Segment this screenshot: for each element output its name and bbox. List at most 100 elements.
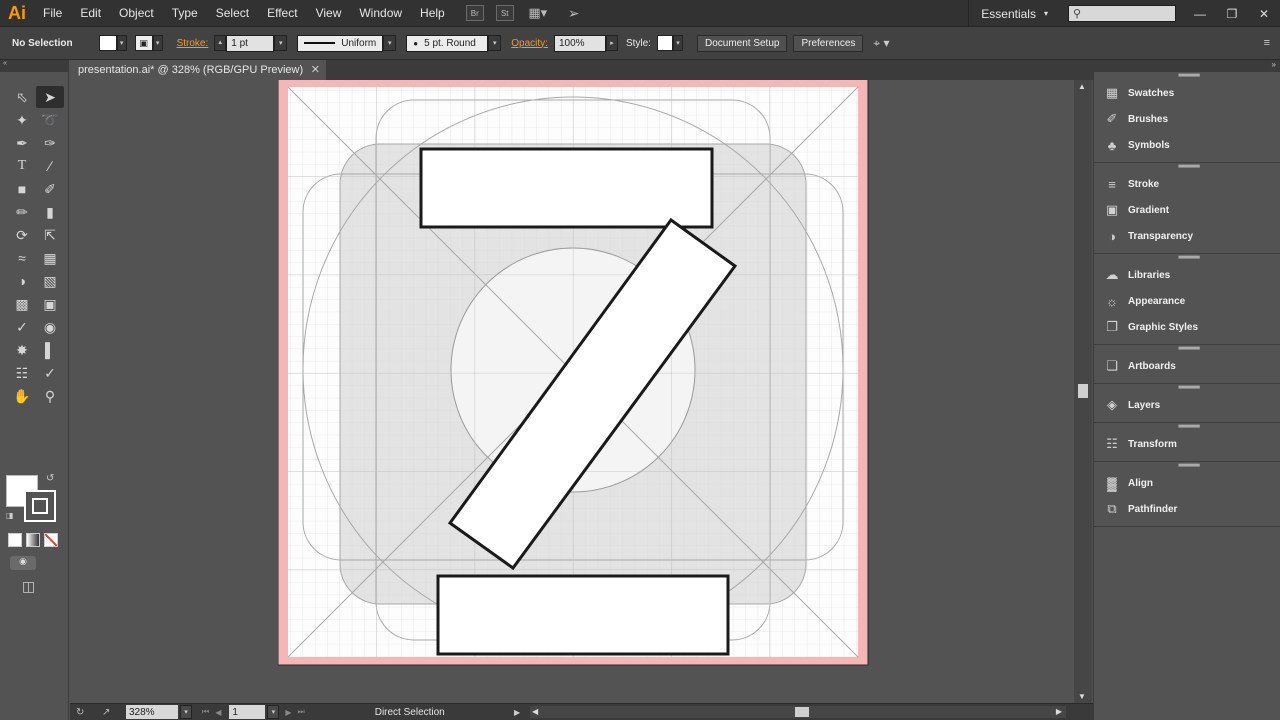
magic-wand-tool-icon[interactable]: ✦: [8, 109, 36, 131]
panel-artboards[interactable]: ❏ Artboards: [1094, 353, 1280, 379]
panel-pathfinder[interactable]: ⧉ Pathfinder: [1094, 496, 1280, 522]
brush-dropdown[interactable]: ▾: [488, 35, 502, 51]
line-tool-icon[interactable]: ∕: [36, 155, 64, 177]
menu-type[interactable]: Type: [163, 0, 207, 27]
screen-mode-icon[interactable]: ◫: [22, 578, 35, 595]
shape-builder-tool-icon[interactable]: ◑: [8, 270, 36, 292]
blend-tool-icon[interactable]: ◉: [36, 316, 64, 338]
panel-menu-icon[interactable]: ≡: [1264, 37, 1270, 49]
tools-panel-header[interactable]: «: [0, 60, 68, 72]
variable-width-profile[interactable]: Uniform: [297, 34, 384, 52]
grip-icon[interactable]: ■■■■■■■■: [1178, 255, 1200, 261]
style-dropdown[interactable]: ▾: [672, 35, 683, 51]
bridge-button[interactable]: Br: [465, 5, 484, 21]
panel-transparency[interactable]: ◑ Transparency: [1094, 223, 1280, 249]
horizontal-scrollbar[interactable]: ◀ ▶: [530, 706, 1066, 718]
canvas[interactable]: [70, 80, 1074, 703]
gpu-performance-icon[interactable]: ➢: [562, 5, 586, 21]
vertical-scroll-thumb[interactable]: [1078, 384, 1088, 398]
mesh-tool-icon[interactable]: ▩: [8, 293, 36, 315]
panel-layers[interactable]: ◈ Layers: [1094, 392, 1280, 418]
stroke-weight-dropdown[interactable]: ▾: [274, 35, 288, 51]
document-setup-button[interactable]: Document Setup: [696, 34, 788, 52]
stroke-label[interactable]: Stroke:: [177, 38, 209, 49]
default-colors-icon[interactable]: ◨: [6, 511, 14, 520]
stroke-swatch[interactable]: ▣: [134, 35, 153, 51]
stroke-weight-stepper[interactable]: ▲: [214, 35, 227, 51]
preferences-button[interactable]: Preferences: [793, 34, 864, 52]
artboard[interactable]: [278, 80, 871, 668]
rectangle-tool-icon[interactable]: ■: [8, 178, 36, 200]
eraser-tool-icon[interactable]: ▮: [36, 201, 64, 223]
transform-icon[interactable]: ⌖ ▾: [873, 36, 889, 51]
stroke-dropdown[interactable]: ▾: [152, 35, 163, 51]
eyedropper-tool-icon[interactable]: ✓: [8, 316, 36, 338]
graphic-style-swatch[interactable]: [656, 35, 673, 51]
grip-icon[interactable]: ■■■■■■■■: [1178, 424, 1200, 430]
artboard-dropdown[interactable]: ▾: [267, 705, 280, 719]
type-tool-icon[interactable]: T: [8, 155, 36, 177]
grip-icon[interactable]: ■■■■■■■■: [1178, 164, 1200, 170]
grip-icon[interactable]: ■■■■■■■■: [1178, 385, 1200, 391]
z-top-bar[interactable]: [419, 147, 714, 229]
menu-window[interactable]: Window: [350, 0, 411, 27]
panel-libraries[interactable]: ☁ Libraries: [1094, 262, 1280, 288]
horizontal-scroll-thumb[interactable]: [795, 707, 809, 717]
vertical-scrollbar[interactable]: ▲ ▼: [1074, 80, 1092, 703]
panel-brushes[interactable]: ✐ Brushes: [1094, 106, 1280, 132]
grip-icon[interactable]: ■■■■■■■■: [1178, 346, 1200, 352]
stroke-weight-field[interactable]: 1 pt: [226, 34, 275, 52]
opacity-label[interactable]: Opacity:: [511, 38, 548, 49]
minimize-button[interactable]: —: [1184, 0, 1216, 27]
menu-edit[interactable]: Edit: [71, 0, 110, 27]
gradient-mode-icon[interactable]: [26, 533, 40, 547]
lasso-tool-icon[interactable]: ➰: [36, 109, 64, 131]
z-bottom-bar[interactable]: [436, 574, 730, 656]
panel-appearance[interactable]: ☼ Appearance: [1094, 288, 1280, 314]
status-menu-icon[interactable]: ▶: [514, 708, 520, 717]
menu-object[interactable]: Object: [110, 0, 163, 27]
menu-file[interactable]: File: [34, 0, 71, 27]
none-mode-icon[interactable]: [44, 533, 58, 547]
next-artboard-icon[interactable]: ▶: [285, 708, 291, 717]
rotate-tool-icon[interactable]: ⟳: [8, 224, 36, 246]
pencil-tool-icon[interactable]: ✏: [8, 201, 36, 223]
fill-dropdown[interactable]: ▾: [116, 35, 127, 51]
zoom-tool-icon[interactable]: ⚲: [36, 385, 64, 407]
panel-swatches[interactable]: ▦ Swatches: [1094, 80, 1280, 106]
artboard-tool-icon[interactable]: ☷: [8, 362, 36, 384]
menu-view[interactable]: View: [307, 0, 351, 27]
dock-header[interactable]: »: [1094, 60, 1280, 72]
scroll-left-icon[interactable]: ◀: [532, 707, 538, 716]
panel-gradient[interactable]: ▣ Gradient: [1094, 197, 1280, 223]
menu-select[interactable]: Select: [207, 0, 258, 27]
slice-tool-icon[interactable]: ✓: [36, 362, 64, 384]
workspace-switcher[interactable]: Essentials ▾: [968, 0, 1060, 27]
grip-icon[interactable]: ■■■■■■■■: [1178, 73, 1200, 79]
color-mode-icon[interactable]: [8, 533, 22, 547]
opacity-field[interactable]: 100%: [553, 34, 606, 52]
menu-effect[interactable]: Effect: [258, 0, 306, 27]
warp-tool-icon[interactable]: ≈: [8, 247, 36, 269]
menu-help[interactable]: Help: [411, 0, 454, 27]
scale-tool-icon[interactable]: ⇱: [36, 224, 64, 246]
rotate-view-icon[interactable]: ↻: [76, 707, 84, 718]
stock-button[interactable]: St: [495, 5, 514, 21]
panel-align[interactable]: ▓ Align: [1094, 470, 1280, 496]
free-transform-tool-icon[interactable]: ▦: [36, 247, 64, 269]
zoom-dropdown[interactable]: ▾: [180, 705, 192, 719]
scroll-down-icon[interactable]: ▼: [1078, 692, 1086, 701]
swap-fill-stroke-icon[interactable]: ↺: [46, 473, 54, 484]
symbol-sprayer-tool-icon[interactable]: ✸: [8, 339, 36, 361]
opacity-arrow[interactable]: ▸: [605, 35, 618, 51]
panel-graphic-styles[interactable]: ❐ Graphic Styles: [1094, 314, 1280, 340]
search-input[interactable]: ⚲: [1068, 5, 1176, 22]
zoom-field[interactable]: 328%: [126, 705, 178, 719]
gradient-tool-icon[interactable]: ▣: [36, 293, 64, 315]
last-artboard-icon[interactable]: ⏭: [298, 707, 305, 717]
restore-button[interactable]: ❐: [1216, 0, 1248, 27]
scroll-up-icon[interactable]: ▲: [1078, 82, 1086, 91]
paintbrush-tool-icon[interactable]: ✐: [36, 178, 64, 200]
first-artboard-icon[interactable]: ⏮: [202, 707, 209, 717]
column-graph-tool-icon[interactable]: ▌: [36, 339, 64, 361]
